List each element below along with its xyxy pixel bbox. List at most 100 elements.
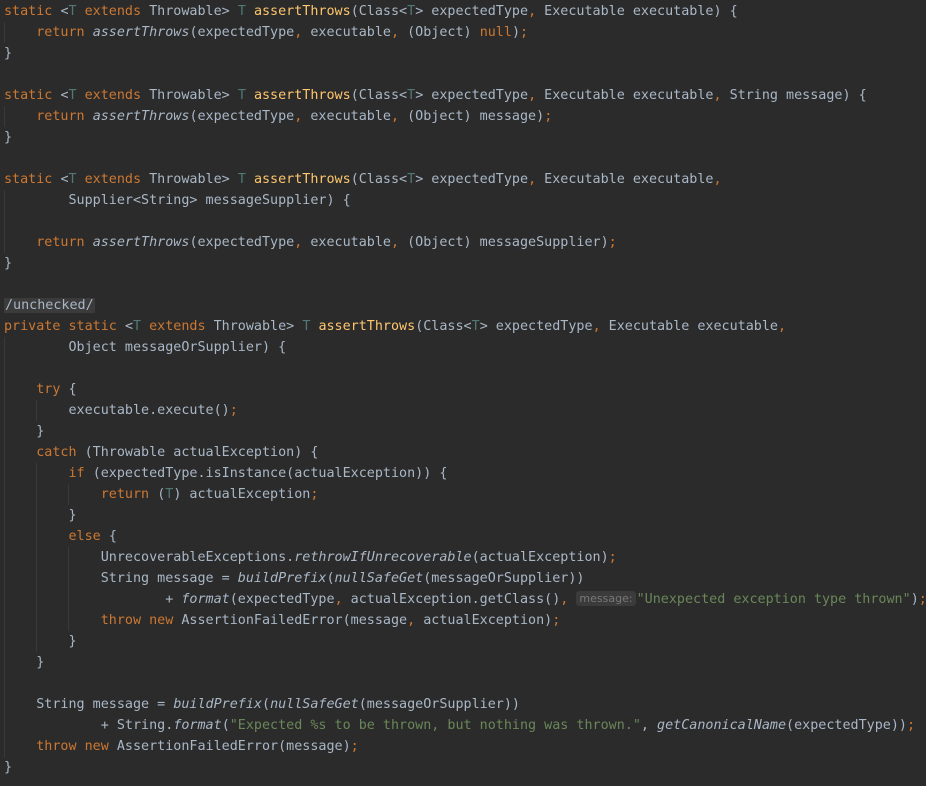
code-token: ; [608,550,617,565]
code-line[interactable]: } [0,652,926,673]
code-line[interactable]: UnrecoverableExceptions.rethrowIfUnrecov… [0,547,926,568]
code-line[interactable]: String message = buildPrefix(nullSafeGet… [0,694,926,715]
code-token: T [471,319,480,334]
code-token: T [68,172,77,187]
code-line[interactable]: } [0,253,926,274]
code-token: (expectedType)) [786,718,907,733]
code-editor[interactable]: static <T extends Throwable> T assertThr… [0,0,926,786]
code-line[interactable]: } [0,505,926,526]
code-line[interactable]: /unchecked/ [0,295,926,316]
code-token: assertThrows [92,235,190,250]
code-line[interactable]: catch (Throwable actualException) { [0,442,926,463]
code-token: T [68,88,77,103]
code-line[interactable]: Object messageOrSupplier) { [0,337,926,358]
code-token: (Class< [415,319,472,334]
code-token: , [713,88,722,103]
code-line[interactable]: static <T extends Throwable> T assertThr… [0,1,926,22]
code-lines[interactable]: static <T extends Throwable> T assertThr… [0,1,926,778]
code-token: (expectedType [229,592,335,607]
code-line[interactable]: static <T extends Throwable> T assertThr… [0,85,926,106]
code-line[interactable]: } [0,421,926,442]
code-line[interactable]: return assertThrows(expectedType, execut… [0,22,926,43]
code-token: Executable executable) { [536,4,738,19]
code-token: Object messageOrSupplier) { [4,340,287,355]
code-line[interactable] [0,64,926,85]
code-line[interactable]: } [0,757,926,778]
code-token: String message = [4,571,238,586]
code-line[interactable]: } [0,631,926,652]
code-line[interactable]: return assertThrows(expectedType, execut… [0,232,926,253]
code-line[interactable]: executable.execute(); [0,400,926,421]
code-token: UnrecoverableExceptions. [4,550,295,565]
code-line[interactable]: throw new AssertionFailedError(message, … [0,610,926,631]
code-token: ) [511,25,520,40]
code-token: throw new [100,613,182,628]
code-token: else [68,529,109,544]
code-token: ) actualException [173,487,311,502]
code-token: nullSafeGet [270,697,359,712]
code-line[interactable]: private static <T extends Throwable> T a… [0,316,926,337]
code-token: ( [221,718,230,733]
code-token: , [713,172,722,187]
code-line[interactable]: + String.format("Expected %s to be throw… [0,715,926,736]
code-line[interactable]: } [0,43,926,64]
code-token: return [36,25,93,40]
code-line[interactable]: return (T) actualException; [0,484,926,505]
code-token: (messageOrSupplier)) [423,571,585,586]
code-token: ; [350,739,359,754]
code-token: , [528,88,537,103]
code-line[interactable]: static <T extends Throwable> T assertThr… [0,169,926,190]
code-token: extends [84,88,142,103]
code-line[interactable]: try { [0,379,926,400]
code-token: , [640,718,649,733]
code-token: , [778,319,787,334]
code-line[interactable] [0,274,926,295]
code-token: T [237,172,246,187]
code-token: Throwable> [205,319,303,334]
code-token: format [181,592,230,607]
code-token: , [407,613,416,628]
code-token: T [237,4,246,19]
code-line[interactable]: else { [0,526,926,547]
code-token: assertThrows [92,109,190,124]
code-line[interactable] [0,148,926,169]
code-token: assertThrows [253,172,351,187]
code-token: AssertionFailedError(message) [116,739,351,754]
code-token: > expectedType [415,4,529,19]
code-token: (Class< [350,88,408,103]
code-line[interactable]: String message = buildPrefix(nullSafeGet… [0,568,926,589]
code-line[interactable]: throw new AssertionFailedError(message); [0,736,926,757]
code-token: /unchecked/ [4,298,95,313]
code-token: actualException.getClass() [342,592,561,607]
code-token: return [36,235,93,250]
code-token: executable [302,109,391,124]
code-token: "Expected %s to be thrown, but nothing w… [229,718,641,733]
code-token: { [68,382,77,397]
code-token: ( [326,571,335,586]
code-line[interactable]: } [0,127,926,148]
code-token: private static [4,319,125,334]
code-token: (expectedType [189,25,295,40]
code-line[interactable] [0,358,926,379]
code-token: ; [608,235,617,250]
code-line[interactable]: if (expectedType.isInstance(actualExcept… [0,463,926,484]
code-token: String message = [4,697,174,712]
code-token: < [60,88,69,103]
code-token: , [334,592,343,607]
code-token: static [4,4,61,19]
code-line[interactable]: return assertThrows(expectedType, execut… [0,106,926,127]
code-line[interactable] [0,211,926,232]
code-line[interactable]: + format(expectedType, actualException.g… [0,589,926,610]
code-line[interactable] [0,673,926,694]
code-line[interactable]: Supplier<String> messageSupplier) { [0,190,926,211]
code-token: ; [310,487,319,502]
code-token: if [68,466,93,481]
